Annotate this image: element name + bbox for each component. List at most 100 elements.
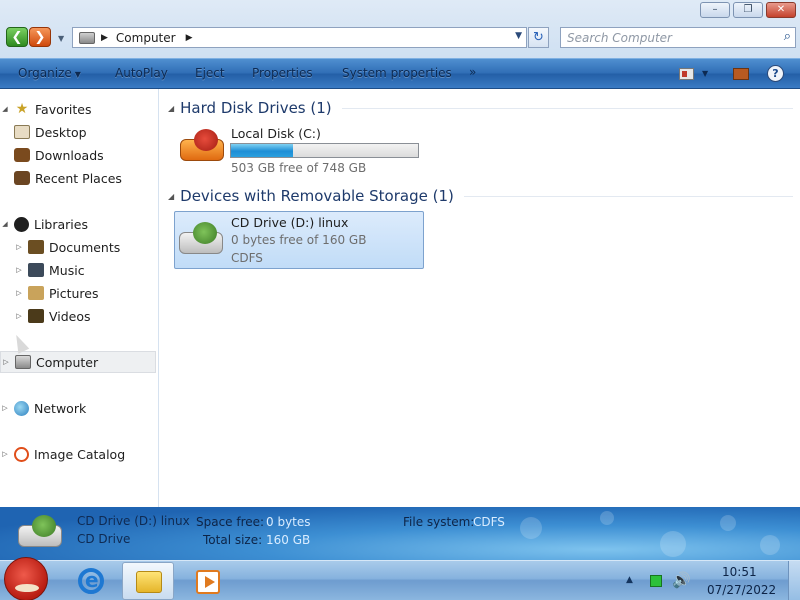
- star-icon: ★: [15, 101, 29, 117]
- eject-button[interactable]: Eject: [195, 66, 225, 80]
- refresh-icon: ↻: [533, 30, 544, 45]
- recent-pages-dropdown-icon[interactable]: ▼: [58, 34, 64, 43]
- filesystem-label: File system:: [403, 515, 475, 529]
- drive-free-space: 0 bytes free of 160 GB: [231, 233, 367, 247]
- nav-label: Downloads: [35, 147, 104, 163]
- preview-pane-icon[interactable]: [733, 68, 749, 80]
- search-box[interactable]: ⌕: [560, 27, 796, 48]
- view-dropdown-icon[interactable]: ▼: [702, 69, 708, 78]
- nav-label: Recent Places: [35, 170, 122, 186]
- forward-arrow-icon: ❯: [34, 30, 46, 45]
- space-free-label: Space free:: [196, 515, 265, 529]
- expand-arrow-icon[interactable]: ▷: [14, 266, 24, 274]
- forward-button[interactable]: ❯: [29, 27, 51, 47]
- network-icon: [14, 400, 29, 416]
- autoplay-button[interactable]: AutoPlay: [115, 66, 168, 80]
- show-desktop-button[interactable]: [788, 561, 800, 600]
- address-bar[interactable]: ▶ Computer ▶ ▼: [72, 27, 527, 48]
- pictures-icon: [28, 286, 44, 300]
- close-button[interactable]: ✕: [766, 2, 796, 18]
- expand-arrow-icon[interactable]: ▷: [14, 312, 24, 320]
- collapse-arrow-icon[interactable]: ◢: [0, 220, 10, 228]
- nav-label: Network: [34, 400, 87, 416]
- system-properties-button[interactable]: System properties: [342, 66, 452, 80]
- nav-label: Videos: [49, 308, 91, 324]
- breadcrumb-computer[interactable]: Computer: [116, 31, 176, 45]
- back-button[interactable]: ❮: [6, 27, 28, 47]
- taskbar-internet-explorer[interactable]: [64, 562, 116, 600]
- chevron-down-icon: ▼: [74, 70, 81, 79]
- more-commands-button[interactable]: »: [469, 65, 476, 79]
- group-title: Hard Disk Drives (1): [180, 99, 332, 117]
- drive-free-space: 503 GB free of 748 GB: [231, 161, 367, 175]
- window-controls: – ❐ ✕: [700, 2, 796, 18]
- address-dropdown-icon[interactable]: ▼: [515, 31, 522, 41]
- group-header-removable[interactable]: ◢ Devices with Removable Storage (1): [168, 187, 793, 205]
- change-view-icon[interactable]: [679, 68, 694, 80]
- expand-arrow-icon[interactable]: ▷: [14, 289, 24, 297]
- nav-label: Desktop: [35, 124, 87, 140]
- nav-favorites[interactable]: ◢ ★ Favorites: [0, 98, 156, 120]
- image-catalog-icon: [14, 446, 29, 462]
- nav-image-catalog[interactable]: ▷ Image Catalog: [0, 443, 156, 465]
- expand-arrow-icon[interactable]: ▷: [14, 243, 24, 251]
- maximize-button[interactable]: ❐: [733, 2, 763, 18]
- drive-cd-linux[interactable]: CD Drive (D:) linux 0 bytes free of 160 …: [174, 211, 424, 269]
- organize-menu[interactable]: Organize ▼: [18, 66, 81, 80]
- title-bar: – ❐ ✕ ❮ ❯ ▼ ▶ Computer ▶ ▼ ↻ ⌕: [0, 0, 800, 58]
- drive-local-disk[interactable]: Local Disk (C:) 503 GB free of 748 GB: [174, 121, 434, 179]
- expand-arrow-icon[interactable]: ▷: [0, 450, 10, 458]
- volume-icon[interactable]: 🔊: [672, 571, 691, 589]
- taskbar-explorer[interactable]: [122, 562, 174, 600]
- computer-icon: [15, 355, 31, 369]
- show-hidden-icons-icon[interactable]: ▲: [626, 575, 633, 585]
- details-name: CD Drive (D:) linux: [77, 514, 190, 528]
- command-bar: Organize ▼ AutoPlay Eject Properties Syst…: [0, 58, 800, 89]
- nav-computer[interactable]: ▷ Computer: [0, 351, 156, 373]
- nav-network[interactable]: ▷ Network: [0, 397, 156, 419]
- nav-documents[interactable]: ▷ Documents: [0, 236, 156, 258]
- cd-drive-icon: [177, 220, 225, 260]
- refresh-button[interactable]: ↻: [528, 27, 549, 48]
- computer-icon: [79, 31, 95, 44]
- drive-name: Local Disk (C:): [231, 126, 321, 141]
- space-free-value: 0 bytes: [266, 515, 311, 529]
- collapse-arrow-icon[interactable]: ◢: [168, 192, 174, 201]
- nav-desktop[interactable]: Desktop: [0, 121, 156, 143]
- disk-usage-fill: [231, 144, 293, 157]
- minimize-button[interactable]: –: [700, 2, 730, 18]
- breadcrumb-arrow-icon[interactable]: ▶: [101, 33, 108, 43]
- internet-explorer-icon: [78, 568, 104, 594]
- music-icon: [28, 263, 44, 277]
- expand-arrow-icon[interactable]: ▷: [0, 404, 10, 412]
- organize-label: Organize: [18, 66, 72, 80]
- collapse-arrow-icon[interactable]: ◢: [0, 105, 10, 113]
- disk-usage-bar: [230, 143, 419, 158]
- group-divider: [341, 107, 793, 109]
- clock-date[interactable]: 07/27/2022: [707, 583, 776, 597]
- nav-libraries[interactable]: ◢ Libraries: [0, 213, 156, 235]
- drive-filesystem: CDFS: [231, 251, 263, 265]
- breadcrumb-arrow-icon[interactable]: ▶: [186, 33, 193, 43]
- clock-time[interactable]: 10:51: [722, 565, 757, 579]
- help-icon[interactable]: ?: [767, 65, 784, 82]
- properties-button[interactable]: Properties: [252, 66, 313, 80]
- cd-drive-icon: [16, 513, 62, 553]
- collapse-arrow-icon[interactable]: ◢: [168, 104, 174, 113]
- taskbar-media-player[interactable]: [182, 562, 234, 600]
- search-icon[interactable]: ⌕: [784, 29, 791, 44]
- group-header-hard-disks[interactable]: ◢ Hard Disk Drives (1): [168, 99, 793, 117]
- search-input[interactable]: [567, 28, 772, 47]
- recent-places-icon: [14, 171, 30, 185]
- taskbar: ▲ 🔊 10:51 07/27/2022: [0, 557, 800, 600]
- network-status-icon[interactable]: [650, 575, 662, 587]
- nav-recent-places[interactable]: Recent Places: [0, 167, 156, 189]
- nav-label: Favorites: [35, 101, 92, 117]
- nav-pictures[interactable]: ▷ Pictures: [0, 282, 156, 304]
- nav-music[interactable]: ▷ Music: [0, 259, 156, 281]
- nav-videos[interactable]: ▷ Videos: [0, 305, 156, 327]
- start-button[interactable]: [4, 557, 48, 600]
- back-arrow-icon: ❮: [11, 30, 23, 45]
- expand-arrow-icon[interactable]: ▷: [1, 358, 11, 366]
- nav-downloads[interactable]: Downloads: [0, 144, 156, 166]
